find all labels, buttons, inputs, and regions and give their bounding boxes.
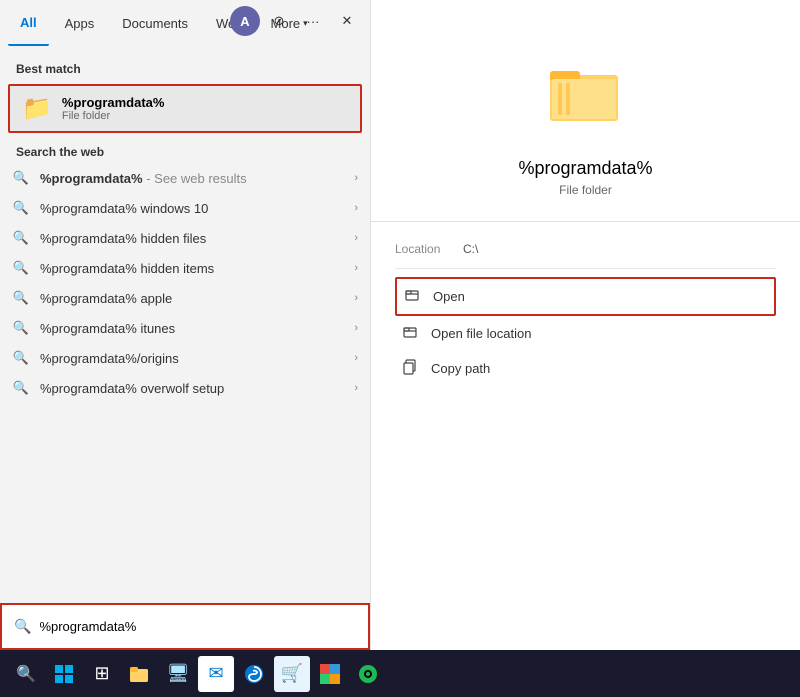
search-item-text: %programdata% hidden files	[40, 231, 344, 246]
detail-divider	[371, 221, 800, 222]
file-location-icon	[401, 324, 421, 343]
web-search-label: Search the web	[0, 137, 370, 163]
list-item[interactable]: 🔍 %programdata% apple ›	[0, 283, 370, 313]
taskbar-edge-icon[interactable]	[236, 656, 272, 692]
location-value: C:\	[463, 242, 478, 256]
list-item[interactable]: 🔍 %programdata%/origins ›	[0, 343, 370, 373]
chevron-right-icon: ›	[354, 202, 358, 214]
search-item-text: %programdata% itunes	[40, 321, 344, 336]
search-icon: 🔍	[12, 200, 30, 216]
search-panel: All Apps Documents Web More ▾ A ⊘ ··· ✕	[0, 0, 370, 650]
copy-path-label: Copy path	[431, 361, 490, 376]
best-match-text: %programdata% File folder	[62, 95, 165, 122]
search-icon: 🔍	[12, 380, 30, 396]
list-item[interactable]: 🔍 %programdata% windows 10 ›	[0, 193, 370, 223]
tab-documents[interactable]: Documents	[110, 0, 200, 46]
search-item-text: %programdata%/origins	[40, 351, 344, 366]
taskbar: 🔍 ⊞ 🖥 ✉ 🛒	[0, 650, 800, 697]
list-item[interactable]: 🔍 %programdata% - See web results ›	[0, 163, 370, 193]
close-icon: ✕	[342, 13, 353, 29]
taskbar-files-icon[interactable]	[122, 656, 158, 692]
taskbar-search-icon[interactable]: 🔍	[8, 656, 44, 692]
taskbar-grid-icon[interactable]: ⊞	[84, 656, 120, 692]
search-item-text: %programdata% overwolf setup	[40, 381, 344, 396]
best-match-subtitle: File folder	[62, 110, 165, 122]
feedback-button[interactable]: ⊘	[264, 6, 294, 36]
tab-all[interactable]: All	[8, 0, 49, 46]
best-match-label: Best match	[0, 54, 370, 80]
detail-folder-icon	[550, 60, 622, 142]
search-item-text: %programdata% apple	[40, 291, 344, 306]
avatar[interactable]: A	[230, 6, 260, 36]
search-item-text: %programdata% windows 10	[40, 201, 344, 216]
best-match-title: %programdata%	[62, 95, 165, 110]
best-match-item[interactable]: 📁 %programdata% File folder	[8, 84, 362, 133]
list-item[interactable]: 🔍 %programdata% hidden items ›	[0, 253, 370, 283]
search-box: 🔍	[0, 603, 370, 650]
search-item-text: %programdata% - See web results	[40, 171, 344, 186]
search-item-text: %programdata% hidden items	[40, 261, 344, 276]
feedback-icon: ⊘	[274, 13, 285, 29]
open-action[interactable]: Open	[395, 277, 776, 316]
taskbar-windows-icon[interactable]	[46, 656, 82, 692]
chevron-right-icon: ›	[354, 352, 358, 364]
open-file-location-action[interactable]: Open file location	[395, 316, 776, 351]
search-icon: 🔍	[12, 320, 30, 336]
list-item[interactable]: 🔍 %programdata% itunes ›	[0, 313, 370, 343]
search-input[interactable]	[39, 619, 356, 634]
list-item[interactable]: 🔍 %programdata% overwolf setup ›	[0, 373, 370, 403]
top-right-icons: A ⊘ ··· ✕	[230, 6, 362, 36]
detail-panel: %programdata% File folder Location C:\ O…	[370, 0, 800, 650]
search-icon: 🔍	[12, 260, 30, 276]
chevron-right-icon: ›	[354, 322, 358, 334]
search-results: Best match 📁 %programdata% File folder S…	[0, 46, 370, 650]
copy-path-action[interactable]: Copy path	[395, 351, 776, 386]
chevron-right-icon: ›	[354, 262, 358, 274]
detail-subtitle: File folder	[559, 183, 612, 197]
detail-location: Location C:\	[395, 238, 776, 269]
more-options-button[interactable]: ···	[298, 6, 328, 36]
detail-title: %programdata%	[518, 158, 652, 179]
chevron-right-icon: ›	[354, 232, 358, 244]
detail-actions: Location C:\ Open Open file lo	[371, 238, 800, 386]
chevron-right-icon: ›	[354, 292, 358, 304]
location-label: Location	[395, 242, 455, 256]
open-label: Open	[433, 289, 465, 304]
search-icon: 🔍	[12, 230, 30, 246]
chevron-right-icon: ›	[354, 382, 358, 394]
close-button[interactable]: ✕	[332, 6, 362, 36]
search-box-icon: 🔍	[14, 618, 31, 635]
taskbar-desktop-icon[interactable]: 🖥	[160, 656, 196, 692]
chevron-right-icon: ›	[354, 172, 358, 184]
tab-apps[interactable]: Apps	[53, 0, 107, 46]
open-icon	[403, 287, 423, 306]
ellipsis-icon: ···	[307, 14, 320, 29]
taskbar-app-icon[interactable]	[350, 656, 386, 692]
search-icon: 🔍	[12, 170, 30, 186]
taskbar-store-icon[interactable]: 🛒	[274, 656, 310, 692]
list-item[interactable]: 🔍 %programdata% hidden files ›	[0, 223, 370, 253]
folder-icon: 📁	[22, 94, 52, 123]
taskbar-paint-icon[interactable]	[312, 656, 348, 692]
copy-path-icon	[401, 359, 421, 378]
search-icon: 🔍	[12, 350, 30, 366]
taskbar-mail-icon[interactable]: ✉	[198, 656, 234, 692]
open-file-location-label: Open file location	[431, 326, 531, 341]
search-icon: 🔍	[12, 290, 30, 306]
